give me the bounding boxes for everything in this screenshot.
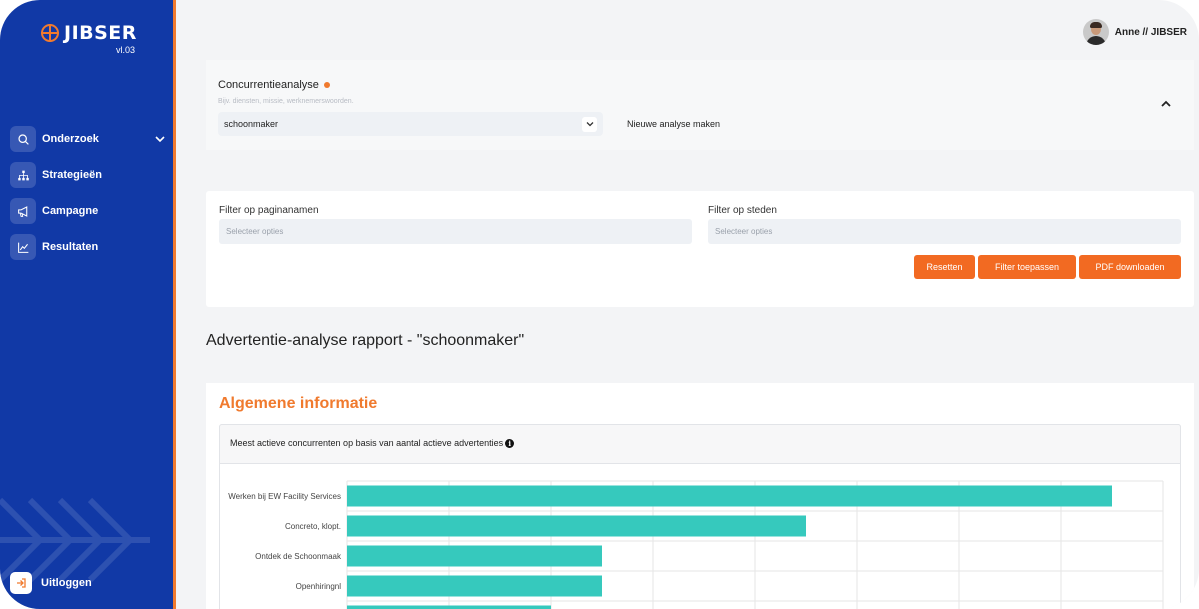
app-frame: JIBSER vl.03 Onderzoek Strategieën Campa… (0, 0, 1199, 609)
brand-logo[interactable]: JIBSER (41, 22, 137, 44)
sidebar-item-label: Campagne (42, 205, 99, 217)
chart-bar[interactable] (347, 545, 602, 567)
sidebar: JIBSER vl.03 Onderzoek Strategieën Campa… (0, 0, 176, 609)
chart-caption-text: Meest actieve concurrenten op basis van … (230, 438, 504, 448)
chart-category-label: Ontdek de Schoonmaak (255, 552, 342, 561)
analysis-select-value: schoonmaker (224, 119, 279, 129)
megaphone-icon (10, 198, 36, 224)
new-analysis-link[interactable]: Nieuwe analyse maken (627, 119, 720, 129)
brand-name: JIBSER (64, 22, 137, 44)
info-icon[interactable]: i (505, 438, 515, 448)
chart-bar[interactable] (347, 605, 551, 609)
chart-bar[interactable] (347, 515, 806, 537)
sidebar-item-label: Onderzoek (42, 133, 99, 145)
pdf-download-button[interactable]: PDF downloaden (1079, 255, 1181, 279)
sidebar-item-resultaten[interactable]: Resultaten (10, 234, 166, 260)
analysis-hint: Bijv. diensten, missie, werknemerswoorde… (218, 98, 354, 105)
analysis-panel (206, 60, 1194, 150)
section-title: Algemene informatie (219, 395, 378, 412)
analysis-title: Concurrentieanalyse (218, 79, 330, 91)
sidebar-item-campagne[interactable]: Campagne (10, 198, 166, 224)
analysis-select[interactable]: schoonmaker (218, 112, 603, 136)
sitemap-icon (10, 162, 36, 188)
required-dot-icon (323, 82, 330, 88)
chart-bar[interactable] (347, 485, 1112, 507)
avatar (1082, 19, 1109, 45)
collapse-button[interactable] (1158, 96, 1174, 112)
analysis-title-text: Concurrentieanalyse (218, 79, 319, 91)
filter-cities-input[interactable]: Selecteer opties (708, 219, 1181, 244)
sidebar-item-onderzoek[interactable]: Onderzoek (10, 126, 166, 152)
chart-category-label: Openhiringnl (296, 582, 342, 591)
sidebar-item-label: Strategieën (42, 169, 102, 181)
chart-category-label: Concreto, klopt. (285, 522, 341, 531)
report-title: Advertentie-analyse rapport - "schoonmak… (206, 332, 525, 349)
filter-panel (206, 191, 1194, 307)
sidebar-item-label: Resultaten (42, 241, 99, 253)
search-icon (10, 126, 36, 152)
user-name: Anne // JIBSER (1114, 26, 1187, 38)
chevron-up-icon (1161, 100, 1171, 107)
logout-label: Uitloggen (41, 577, 92, 589)
logout-icon (10, 572, 32, 594)
reset-button[interactable]: Resetten (914, 255, 975, 279)
filter-cities-label: Filter op steden (708, 205, 777, 216)
chevron-down-icon (155, 136, 165, 143)
app-version: vl.03 (116, 45, 136, 55)
sidebar-nav: Onderzoek Strategieën Campagne Resultate… (10, 126, 166, 270)
basketball-icon (41, 24, 59, 42)
competitor-bar-chart: Werken bij EW Facility Services Concreto,… (228, 480, 1164, 609)
apply-filter-button[interactable]: Filter toepassen (978, 255, 1076, 279)
chevron-down-icon[interactable] (582, 116, 597, 132)
chart-caption: Meest actieve concurrenten op basis van … (230, 438, 515, 448)
chart-line-icon (10, 234, 36, 260)
logout-button[interactable]: Uitloggen (10, 572, 92, 594)
chart-bar[interactable] (347, 575, 602, 597)
filter-pages-label: Filter op paginanamen (219, 205, 319, 216)
sidebar-item-strategieen[interactable]: Strategieën (10, 162, 166, 188)
filter-pages-input[interactable]: Selecteer opties (219, 219, 692, 244)
user-menu[interactable]: Anne // JIBSER (1082, 19, 1187, 45)
chart-category-label: Werken bij EW Facility Services (228, 492, 341, 501)
